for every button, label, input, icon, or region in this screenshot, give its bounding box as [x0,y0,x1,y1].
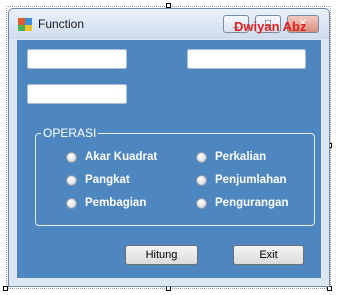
input-field-2[interactable] [187,49,306,69]
watermark-text: Dwiyan Abz [234,19,307,34]
operasi-groupbox: OPERASI Akar Kuadrat Perkalian Pangkat P… [35,126,315,226]
form-client-area: OPERASI Akar Kuadrat Perkalian Pangkat P… [17,40,321,278]
groupbox-label: OPERASI [41,126,99,140]
radio-akar-kuadrat[interactable]: Akar Kuadrat [66,151,157,163]
radio-label: Pembagian [85,197,147,209]
radio-label: Perkalian [215,151,267,163]
radio-circle-icon [196,174,207,186]
form-app-icon [18,18,32,31]
title-bar[interactable]: Function _ □ ✕ Dwiyan Abz [9,9,329,39]
form-designer-canvas: Function _ □ ✕ Dwiyan Abz OPERASI Akar K… [0,0,337,295]
hitung-button[interactable]: Hitung [125,245,198,265]
radio-label: Pangkat [85,174,130,186]
radio-penjumlahan[interactable]: Penjumlahan [196,174,287,186]
radio-label: Pengurangan [215,197,289,209]
result-field[interactable] [27,84,127,104]
window-title: Function [38,17,85,31]
radio-perkalian[interactable]: Perkalian [196,151,266,163]
radio-circle-icon [196,151,207,163]
radio-circle-icon [66,151,77,163]
input-field-1[interactable] [27,49,127,69]
radio-circle-icon [66,197,77,209]
radio-label: Penjumlahan [215,174,287,186]
radio-pengurangan[interactable]: Pengurangan [196,197,288,209]
radio-pangkat[interactable]: Pangkat [66,174,130,186]
radio-pembagian[interactable]: Pembagian [66,197,146,209]
radio-circle-icon [66,174,77,186]
form-window: Function _ □ ✕ Dwiyan Abz OPERASI Akar K… [8,8,330,287]
radio-label: Akar Kuadrat [85,151,158,163]
radio-circle-icon [196,197,207,209]
exit-button[interactable]: Exit [233,245,304,265]
